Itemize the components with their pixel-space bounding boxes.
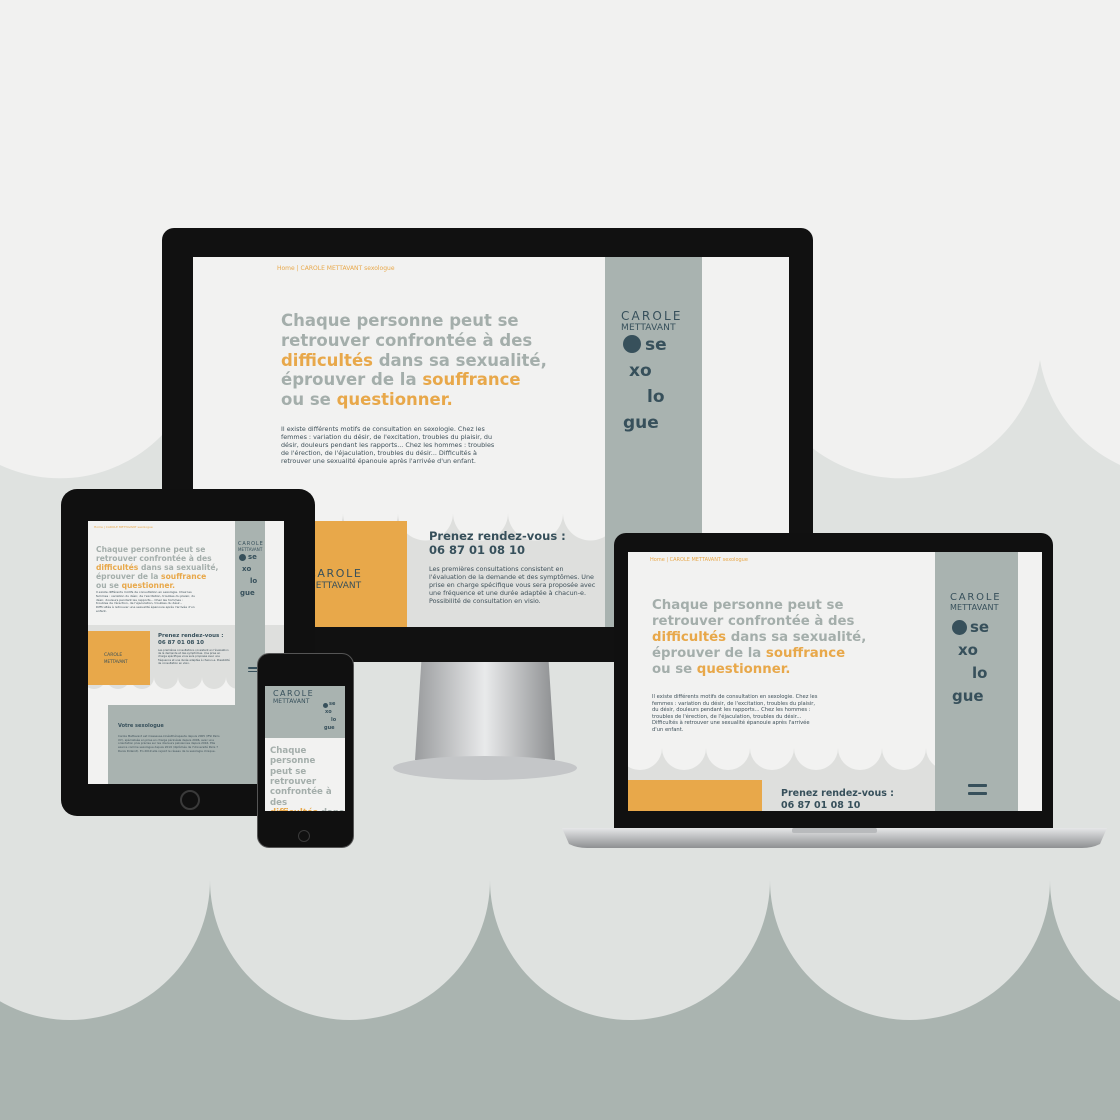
tablet-headline: Chaque personne peut se retrouver confro… — [96, 545, 219, 591]
logo: CAROLE METTAVANT se xo lo gue — [621, 309, 683, 433]
intro-text: Il existe différents motifs de consultat… — [281, 425, 495, 465]
laptop-headline: Chaque personne peut se retrouver confro… — [652, 598, 867, 677]
laptop-menu-icon[interactable] — [968, 784, 987, 800]
breadcrumb-link[interactable]: Home | CAROLE METTAVANT sexologue — [277, 265, 395, 272]
rdv-text: Les premières consultations consistent e… — [429, 565, 596, 605]
tablet-screen: Home | CAROLE METTAVANT sexologue Chaque… — [88, 521, 284, 784]
phone-screen: CAROLE METTAVANT se xo lo gue Chaque per… — [265, 686, 345, 811]
tablet-home-button[interactable] — [180, 790, 200, 810]
hero-headline: Chaque personne peut se retrouver confro… — [281, 311, 547, 410]
phone-home-button[interactable] — [298, 830, 310, 842]
laptop-base — [562, 828, 1107, 848]
rdv-title: Prenez rendez-vous : 06 87 01 08 10 — [429, 529, 566, 558]
logo-dot-icon — [623, 335, 641, 353]
phone-link[interactable]: 06 87 01 08 10 — [429, 543, 566, 557]
phone-headline: Chaque personne peut se retrouver confro… — [270, 746, 344, 811]
laptop-screen: Home | CAROLE METTAVANT sexologue Chaque… — [628, 552, 1042, 811]
